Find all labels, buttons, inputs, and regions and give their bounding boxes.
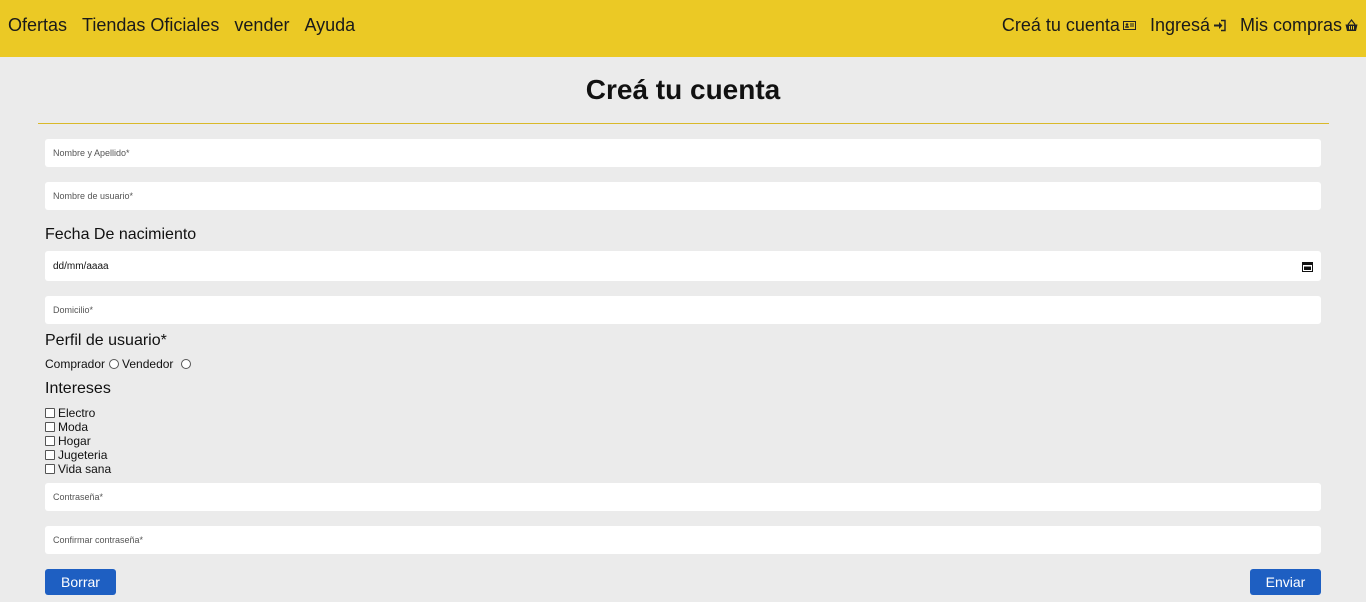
interest-hogar: Hogar: [45, 434, 111, 448]
interests-label: Intereses: [45, 380, 111, 397]
calendar-icon[interactable]: [1302, 261, 1313, 272]
interest-moda-checkbox[interactable]: [45, 422, 55, 432]
birth-date-value: dd/mm/aaaa: [53, 260, 109, 272]
seller-radio[interactable]: [181, 359, 192, 369]
interest-electro: Electro: [45, 406, 111, 420]
interest-electro-label: Electro: [58, 406, 96, 420]
interest-vida-sana: Vida sana: [45, 462, 111, 476]
full-name-input[interactable]: [45, 139, 1321, 167]
nav-left: Ofertas Tiendas Oficiales vender Ayuda: [8, 15, 355, 36]
buyer-radio[interactable]: [109, 359, 120, 369]
title-divider: [38, 123, 1329, 124]
interest-moda: Moda: [45, 420, 111, 434]
nav-link-vender[interactable]: vender: [234, 15, 289, 36]
nav-link-ofertas[interactable]: Ofertas: [8, 15, 67, 36]
id-card-icon: [1122, 19, 1136, 32]
interest-jugeteria-checkbox[interactable]: [45, 450, 55, 460]
interests-checkbox-list: Electro Moda Hogar Jugeteria Vida sana: [45, 406, 111, 476]
user-profile-label: Perfil de usuario*: [45, 332, 167, 349]
nav-link-tiendas-oficiales[interactable]: Tiendas Oficiales: [82, 15, 219, 36]
nav-create-account-label: Creá tu cuenta: [1001, 15, 1120, 35]
nav-right: Creá tu cuenta Ingresá Mis compras: [1002, 15, 1358, 36]
interest-jugeteria: Jugeteria: [45, 448, 111, 462]
address-input[interactable]: [45, 296, 1321, 324]
sign-in-icon: [1213, 19, 1226, 32]
interest-hogar-label: Hogar: [58, 434, 91, 448]
nav-link-login[interactable]: Ingresá: [1150, 15, 1226, 36]
submit-button[interactable]: Enviar: [1250, 569, 1321, 595]
birth-date-input[interactable]: dd/mm/aaaa: [45, 251, 1321, 281]
interest-vida-sana-checkbox[interactable]: [45, 464, 55, 474]
nav-link-create-account[interactable]: Creá tu cuenta: [1002, 15, 1136, 36]
birth-date-label: Fecha De nacimiento: [45, 226, 197, 243]
page-title: Creá tu cuenta: [585, 74, 781, 105]
confirm-password-input[interactable]: [45, 526, 1321, 554]
basket-icon: [1345, 19, 1358, 32]
seller-label: Vendedor: [122, 357, 174, 371]
interest-vida-sana-label: Vida sana: [58, 462, 112, 476]
reset-button[interactable]: Borrar: [45, 569, 116, 595]
nav-purchases-label: Mis compras: [1239, 15, 1342, 35]
nav-link-ayuda[interactable]: Ayuda: [304, 15, 355, 36]
password-input[interactable]: [45, 483, 1321, 511]
interest-jugeteria-label: Jugeteria: [58, 448, 108, 462]
interest-electro-checkbox[interactable]: [45, 408, 55, 418]
buyer-label: Comprador: [45, 357, 106, 371]
profile-radio-group: Comprador Vendedor: [45, 357, 194, 371]
nav-link-my-purchases[interactable]: Mis compras: [1240, 15, 1358, 36]
top-navbar: Ofertas Tiendas Oficiales vender Ayuda C…: [0, 0, 1366, 57]
username-input[interactable]: [45, 182, 1321, 210]
nav-login-label: Ingresá: [1149, 15, 1210, 35]
interest-hogar-checkbox[interactable]: [45, 436, 55, 446]
interest-moda-label: Moda: [58, 420, 89, 434]
